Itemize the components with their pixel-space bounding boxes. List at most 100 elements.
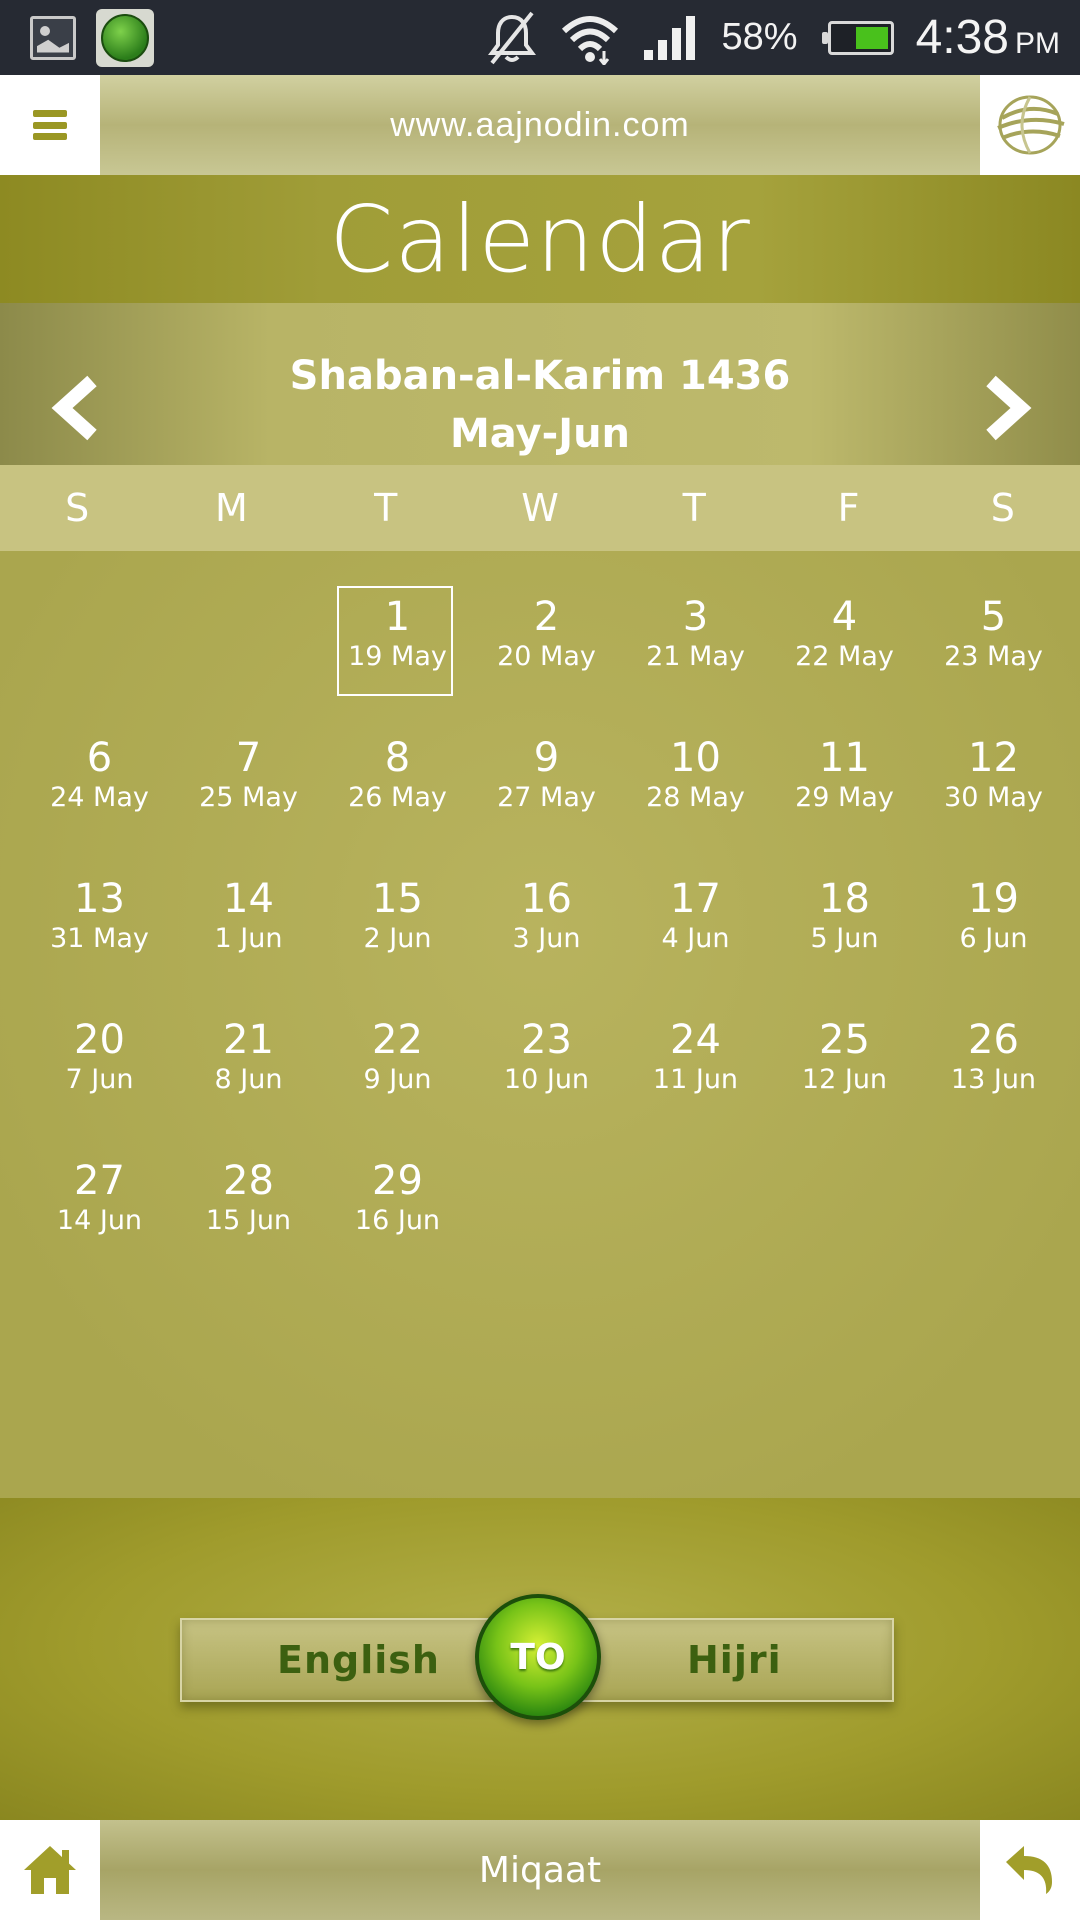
day-cell[interactable]: 9 27 May [472,722,621,863]
day-cell[interactable]: 20 7 Jun [25,1004,174,1145]
hijri-day-number: 15 [372,876,423,922]
day-cell[interactable]: 6 24 May [25,722,174,863]
hijri-day-number: 22 [372,1017,423,1063]
day-cell[interactable]: 12 30 May [919,722,1068,863]
calendar-title-band: Calendar [0,175,1080,303]
weekday-label: W [521,486,559,530]
hijri-month-label: Shaban-al-Karim 1436 [289,353,791,399]
empty-day-cell [174,581,323,722]
day-cell[interactable]: 22 9 Jun [323,1004,472,1145]
day-cell[interactable]: 2 20 May [472,581,621,722]
hijri-day-number: 5 [980,594,1007,640]
gregorian-date: 16 Jun [354,1205,441,1236]
hijri-day-number: 4 [831,594,858,640]
day-cell[interactable]: 28 15 Jun [174,1145,323,1286]
day-cell[interactable]: 25 12 Jun [770,1004,919,1145]
gregorian-date: 23 May [944,641,1043,672]
gregorian-date: 14 Jun [56,1205,143,1236]
gregorian-date: 13 Jun [950,1064,1037,1095]
hijri-day-number: 28 [223,1158,274,1204]
hijri-day-number: 10 [670,735,721,781]
day-cell[interactable]: 19 6 Jun [919,863,1068,1004]
day-cell[interactable]: 13 31 May [25,863,174,1004]
day-cell[interactable]: 4 22 May [770,581,919,722]
day-cell[interactable]: 17 4 Jun [621,863,770,1004]
weekday-label: M [215,486,248,530]
gregorian-date: 27 May [497,782,596,813]
hijri-day-number: 19 [968,876,1019,922]
day-cell[interactable]: 21 8 Jun [174,1004,323,1145]
day-cell[interactable]: 27 14 Jun [25,1145,174,1286]
day-cell[interactable]: 7 25 May [174,722,323,863]
selected-day-outline [337,586,453,696]
weekday-header: SMTWTFS [0,465,1080,551]
hijri-day-number: 24 [670,1017,721,1063]
gregorian-date: 3 Jun [512,923,581,954]
convert-to-button[interactable]: TO [475,1594,601,1720]
hijri-day-number: 20 [74,1017,125,1063]
weekday-label: S [990,486,1015,530]
page-title: Calendar [329,185,751,293]
day-cell-selected[interactable]: 1 19 May [323,581,472,722]
gregorian-date: 21 May [646,641,745,672]
hijri-day-number: 14 [223,876,274,922]
gregorian-date: 15 Jun [205,1205,292,1236]
bell-muted-icon [486,11,538,65]
wifi-icon [560,11,620,65]
status-bar-system: 58% 4:38 PM [486,0,1060,75]
day-cell[interactable]: 14 1 Jun [174,863,323,1004]
hijri-day-number: 6 [86,735,113,781]
gregorian-date: 28 May [646,782,745,813]
day-cell[interactable]: 10 28 May [621,722,770,863]
hijri-day-number: 11 [819,735,870,781]
day-cell[interactable]: 24 11 Jun [621,1004,770,1145]
battery-icon [821,20,894,55]
hijri-day-number: 23 [521,1017,572,1063]
gregorian-date: 10 Jun [503,1064,590,1095]
status-bar: 58% 4:38 PM [0,0,1080,75]
home-button[interactable] [0,1820,100,1920]
gregorian-date: 6 Jun [959,923,1028,954]
hijri-day-number: 18 [819,876,870,922]
back-button[interactable] [980,1820,1080,1920]
site-url[interactable]: www.aajnodin.com [100,75,980,175]
battery-fill [856,26,888,49]
hijri-day-number: 2 [533,594,560,640]
day-cell[interactable]: 29 16 Jun [323,1145,472,1286]
hijri-option[interactable]: Hijri [687,1620,782,1700]
gregorian-date: 4 Jun [661,923,730,954]
hijri-day-number: 17 [670,876,721,922]
converter-band: English Hijri TO [0,1498,1080,1820]
hijri-day-number: 12 [968,735,1019,781]
top-bar: www.aajnodin.com [0,75,1080,175]
day-cell[interactable]: 18 5 Jun [770,863,919,1004]
day-cell[interactable]: 16 3 Jun [472,863,621,1004]
hijri-day-number: 8 [384,735,411,781]
day-cell[interactable]: 5 23 May [919,581,1068,722]
gregorian-date: 11 Jun [652,1064,739,1095]
back-arrow-icon [1006,1846,1052,1894]
hijri-day-number: 26 [968,1017,1019,1063]
app-globe-icon [96,8,154,67]
weekday-label: S [65,486,90,530]
day-cell[interactable]: 11 29 May [770,722,919,863]
menu-button[interactable] [0,75,100,175]
day-cell[interactable]: 26 13 Jun [919,1004,1068,1145]
gregorian-date: 7 Jun [65,1064,134,1095]
clock-time: 4:38 [915,11,1009,64]
gregorian-date: 8 Jun [214,1064,283,1095]
weekday-label: F [837,486,860,530]
miqaat-label[interactable]: Miqaat [100,1820,980,1920]
gregorian-date: 20 May [497,641,596,672]
day-cell[interactable]: 3 21 May [621,581,770,722]
english-option[interactable]: English [277,1620,440,1700]
day-cell[interactable]: 23 10 Jun [472,1004,621,1145]
gregorian-date: 25 May [199,782,298,813]
day-cell[interactable]: 8 26 May [323,722,472,863]
site-logo-button[interactable] [980,75,1080,175]
signal-icon [642,14,700,62]
gregorian-date: 12 Jun [801,1064,888,1095]
next-month-button[interactable] [975,375,1035,441]
day-cell[interactable]: 15 2 Jun [323,863,472,1004]
calendar-grid: 1 19 May 2 20 May 3 21 May 4 22 May 5 23 May 6 24 M… [25,581,1069,1286]
